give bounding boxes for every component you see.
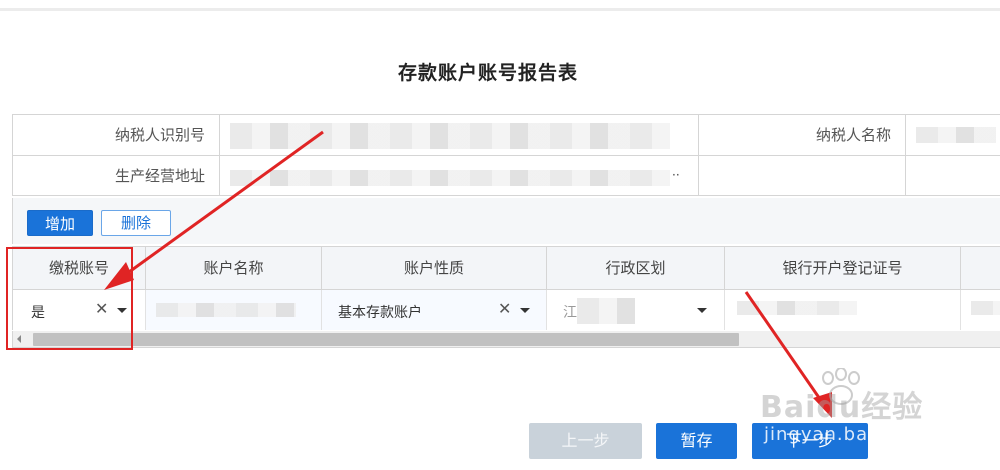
grid-toolbar: 增加 删除 — [12, 198, 1000, 244]
overflow-cell — [961, 290, 1000, 330]
watermark-logo: Baidu经验 — [760, 390, 924, 425]
account-type-value: 基本存款账户 — [338, 305, 422, 321]
add-button[interactable]: 增加 — [27, 210, 93, 236]
redacted-taxpayer-name — [916, 127, 996, 143]
column-header-bank-cert-no[interactable]: 银行开户登记证号 — [725, 247, 961, 289]
scrollbar-thumb[interactable] — [33, 333, 739, 346]
region-value-prefix: 江 — [563, 305, 577, 321]
table-row: 是 ✕ 基本存款账户 ✕ 江 — [12, 290, 1000, 330]
save-draft-button[interactable]: 暂存 — [656, 423, 737, 459]
column-header-overflow — [961, 247, 1000, 289]
redacted-overflow — [971, 301, 1000, 315]
watermark-url: jingyan.baidu.com — [764, 424, 948, 445]
clear-icon[interactable]: ✕ — [95, 299, 108, 318]
taxpayer-name-value — [906, 115, 1000, 156]
previous-step-button[interactable]: 上一步 — [529, 423, 642, 459]
tax-account-value: 是 — [31, 305, 45, 321]
page-title: 存款账户账号报告表 — [398, 62, 579, 84]
empty-cell — [699, 156, 906, 196]
delete-button[interactable]: 删除 — [101, 210, 171, 236]
grid-header: 缴税账号 账户名称 账户性质 行政区划 银行开户登记证号 — [12, 246, 1000, 290]
chevron-down-icon[interactable] — [697, 308, 707, 313]
column-header-account-name[interactable]: 账户名称 — [146, 247, 322, 289]
chevron-down-icon[interactable] — [117, 308, 127, 313]
top-divider — [0, 8, 1000, 11]
tax-account-select[interactable]: 是 ✕ — [13, 290, 146, 330]
taxpayer-info-table: 纳税人识别号 纳税人名称 生产经营地址 ·· — [12, 114, 1000, 196]
empty-cell — [906, 156, 1000, 196]
chevron-down-icon[interactable] — [520, 308, 530, 313]
account-name-input[interactable] — [146, 290, 322, 330]
column-header-tax-account[interactable]: 缴税账号 — [13, 247, 146, 289]
address-value: ·· — [220, 156, 699, 196]
redacted-account-name — [156, 303, 296, 317]
scroll-left-arrow-icon[interactable] — [17, 335, 21, 343]
taxpayer-id-label: 纳税人识别号 — [13, 115, 220, 156]
clear-icon[interactable]: ✕ — [498, 299, 511, 318]
redacted-address — [230, 170, 670, 186]
horizontal-scrollbar[interactable] — [12, 331, 1000, 348]
column-header-region[interactable]: 行政区划 — [547, 247, 725, 289]
bank-cert-input[interactable] — [725, 290, 961, 330]
region-select[interactable]: 江 — [547, 290, 725, 330]
taxpayer-name-label: 纳税人名称 — [699, 115, 906, 156]
address-label: 生产经营地址 — [13, 156, 220, 196]
address-ellipsis: ·· — [672, 168, 680, 182]
redacted-taxpayer-id — [230, 123, 670, 149]
redacted-region — [577, 298, 635, 324]
column-header-account-type[interactable]: 账户性质 — [322, 247, 547, 289]
redacted-bank-cert — [737, 301, 857, 315]
taxpayer-id-value — [220, 115, 699, 156]
account-type-select[interactable]: 基本存款账户 ✕ — [322, 290, 547, 330]
